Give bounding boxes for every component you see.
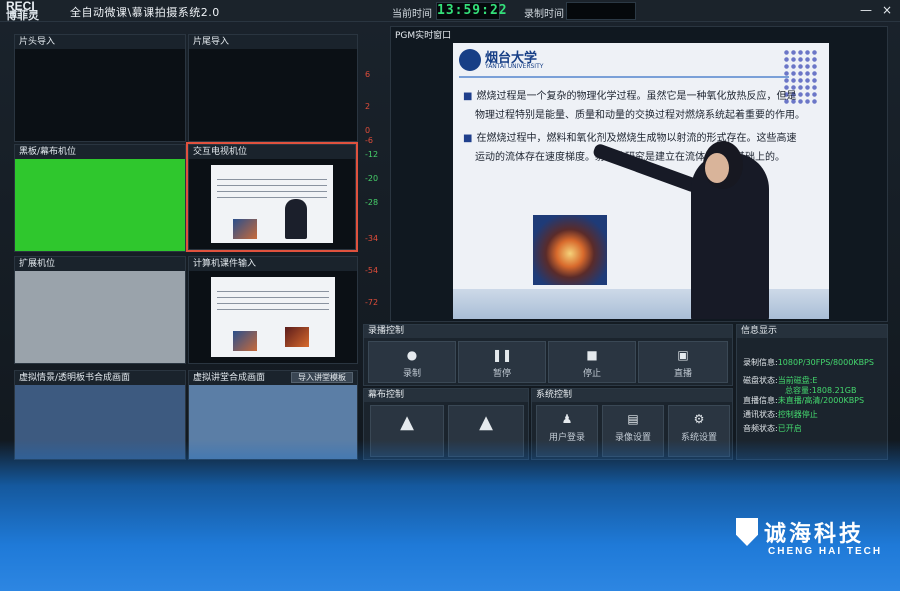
university-logo-icon	[459, 49, 481, 71]
record-time-display	[566, 2, 636, 20]
tile-preview	[15, 159, 185, 251]
meter-tick: 2	[365, 102, 371, 111]
brand-name-cn: 诚海科技	[764, 522, 865, 547]
current-time-display: 13:59:22	[436, 2, 508, 20]
current-time-label: 当前时间	[392, 9, 432, 20]
info-row-record: 录制信息:1080P/30FPS/8000KBPS	[743, 358, 874, 367]
meter-tick: -20	[365, 174, 379, 183]
tile-blackboard-camera[interactable]: 黑板/幕布机位	[14, 144, 186, 252]
tile-extension-camera[interactable]: 扩展机位	[14, 256, 186, 364]
brand-logo: 诚海科技	[736, 516, 864, 548]
tile-computer-courseware[interactable]: 计算机课件输入	[188, 256, 358, 364]
pause-icon: ❚❚	[491, 348, 513, 362]
info-row-live: 直播信息:未直播/高清/2000KBPS	[743, 396, 865, 405]
tile-interactive-tv-camera[interactable]: 交互电视机位	[186, 142, 358, 252]
tile-label: 扩展机位	[15, 257, 185, 271]
panel-title: 系统控制	[532, 389, 732, 402]
app-logo: RECI 博菲灵	[6, 0, 39, 22]
pause-button[interactable]: ❚❚ 暂停	[458, 341, 546, 383]
campus-skyline-image	[453, 289, 829, 319]
flame-image	[533, 215, 607, 285]
tile-label: 交互电视机位	[189, 145, 355, 159]
slide-paragraph-1: ■ 燃烧过程是一个复杂的物理化学过程。虽然它是一种氧化放热反应，但是物理过程特别是…	[463, 91, 805, 121]
info-row-audio: 音频状态:已开启	[743, 424, 802, 433]
arrow-up-icon: ▲	[400, 412, 414, 433]
record-icon: ●	[406, 348, 418, 362]
tile-label: 片头导入	[15, 35, 185, 49]
import-scene-button[interactable]: 导入讲堂模板	[291, 372, 353, 383]
record-button[interactable]: ● 录制	[368, 341, 456, 383]
mini-slide-thumbnail	[211, 165, 333, 243]
stop-icon: ■	[586, 348, 598, 362]
tile-intro-import[interactable]: 片头导入	[14, 34, 186, 142]
live-window-title: PGM实时窗口	[395, 31, 452, 41]
record-settings-icon: ▤	[627, 412, 639, 426]
meter-tick: -12	[365, 150, 379, 159]
slide-body: ■ 燃烧过程是一个复杂的物理化学过程。虽然它是一种氧化放热反应，但是物理过程特别是…	[463, 87, 805, 167]
pgm-live-window: PGM实时窗口 烟台大学 YANTAI UNIVERSITY ■ 燃烧过程是一个复…	[390, 26, 888, 322]
title-bar: RECI 博菲灵 全自动微课\慕课拍摄系统2.0 当前时间 13:59:22 录…	[0, 0, 900, 22]
meter-tick: 0	[365, 126, 371, 135]
meter-tick: 6	[365, 70, 371, 79]
tile-preview	[189, 159, 355, 249]
brand-mark-icon	[736, 518, 758, 546]
audio-level-meter: 6 2 0 -6 -12 -20 -28 -34 -54 -72	[363, 30, 388, 320]
meter-tick: -34	[365, 234, 379, 243]
tile-label: 计算机课件输入	[189, 257, 357, 271]
logo-brand: 博菲灵	[6, 10, 39, 22]
window-controls: — ×	[860, 3, 892, 17]
tile-preview	[189, 271, 357, 363]
record-control-panel: 录播控制 ● 录制 ❚❚ 暂停 ■ 停止 ▣ 直播	[363, 324, 733, 386]
university-name-en: YANTAI UNIVERSITY	[485, 63, 544, 70]
button-label: 录制	[402, 369, 421, 379]
minimize-button[interactable]: —	[860, 3, 872, 17]
button-label: 暂停	[492, 369, 511, 379]
tile-outro-import[interactable]: 片尾导入	[188, 34, 358, 142]
close-button[interactable]: ×	[882, 3, 892, 17]
app-title: 全自动微课\慕课拍摄系统2.0	[70, 6, 220, 19]
panel-title: 信息显示	[737, 325, 887, 338]
tile-label: 黑板/幕布机位	[15, 145, 185, 159]
tv-icon: ▣	[677, 348, 689, 362]
tile-preview	[189, 49, 357, 141]
tile-label: 虚拟情景/透明板书合成画面	[15, 371, 185, 385]
live-stream-button[interactable]: ▣ 直播	[638, 341, 728, 383]
info-row-comm: 通讯状态:控制器停止	[743, 410, 818, 419]
arrow-up-icon: ▲	[479, 412, 493, 433]
meter-tick: -6	[365, 136, 373, 145]
teacher-face	[705, 153, 729, 183]
panel-title: 幕布控制	[364, 389, 528, 402]
lecture-slide: 烟台大学 YANTAI UNIVERSITY ■ 燃烧过程是一个复杂的物理化学过程…	[453, 43, 829, 319]
user-icon: ♟	[561, 412, 573, 426]
record-time-label: 录制时间	[524, 9, 564, 20]
brand-name-en: CHENG HAI TECH	[768, 546, 883, 557]
tile-label: 片尾导入	[189, 35, 357, 49]
button-label: 直播	[673, 369, 692, 379]
meter-tick: -54	[365, 266, 379, 275]
meter-tick: -72	[365, 298, 379, 307]
panel-title: 录播控制	[364, 325, 732, 338]
tile-preview	[15, 49, 185, 141]
button-label: 停止	[582, 369, 601, 379]
mini-slide-thumbnail	[211, 277, 335, 357]
gear-icon: ⚙	[693, 412, 705, 426]
stop-button[interactable]: ■ 停止	[548, 341, 636, 383]
meter-tick: -28	[365, 198, 379, 207]
tile-preview	[15, 271, 185, 363]
